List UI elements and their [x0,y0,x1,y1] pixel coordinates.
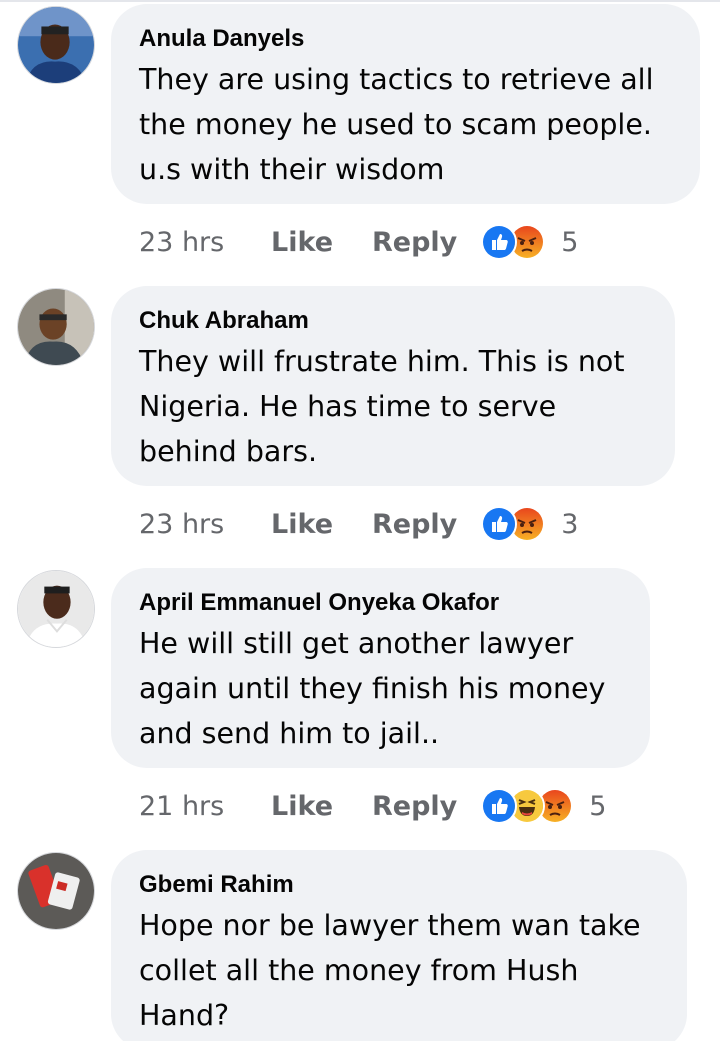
comment-text: Hope nor be lawyer them wan take collet … [139,909,641,1032]
reply-button[interactable]: Reply [372,227,457,258]
divider [0,0,720,2]
comment-text: They are using tactics to retrieve all t… [139,63,654,186]
author-name[interactable]: Anula Danyels [139,24,672,54]
reaction-count: 5 [561,226,579,258]
comment-bubble: Gbemi Rahim Hope nor be lawyer them wan … [111,850,687,1041]
avatar[interactable] [17,570,95,648]
timestamp[interactable]: 23 hrs [139,509,271,540]
comment-bubble: Anula Danyels They are using tactics to … [111,4,700,204]
reaction-count: 5 [589,790,607,822]
comment-bubble: Chuk Abraham They will frustrate him. Th… [111,286,675,486]
like-button[interactable]: Like [271,509,372,540]
like-button[interactable]: Like [271,227,372,258]
timestamp[interactable]: 21 hrs [139,791,271,822]
timestamp[interactable]: 23 hrs [139,227,271,258]
reaction-summary[interactable]: 3 [481,506,578,542]
like-icon [481,224,518,260]
reaction-summary[interactable]: 5 [481,224,578,260]
like-button[interactable]: Like [271,791,372,822]
avatar[interactable] [17,6,95,84]
comment-actions: 23 hrs Like Reply 5 [139,222,578,262]
author-name[interactable]: Chuk Abraham [139,306,647,336]
comment-bubble: April Emmanuel Onyeka Okafor He will sti… [111,568,650,768]
comment-actions: 21 hrs Like Reply 5 [139,786,606,826]
comment-text: He will still get another lawyer again u… [139,627,606,750]
reply-button[interactable]: Reply [372,791,457,822]
like-icon [481,788,518,824]
comment-actions: 23 hrs Like Reply 3 [139,504,578,544]
comments-thread: Anula Danyels They are using tactics to … [0,0,720,1041]
author-name[interactable]: Gbemi Rahim [139,870,659,900]
avatar[interactable] [17,852,95,930]
reaction-summary[interactable]: 5 [481,788,606,824]
comment-text: They will frustrate him. This is not Nig… [139,345,625,468]
avatar[interactable] [17,288,95,366]
reaction-count: 3 [561,508,579,540]
author-name[interactable]: April Emmanuel Onyeka Okafor [139,588,622,618]
reply-button[interactable]: Reply [372,509,457,540]
like-icon [481,506,518,542]
